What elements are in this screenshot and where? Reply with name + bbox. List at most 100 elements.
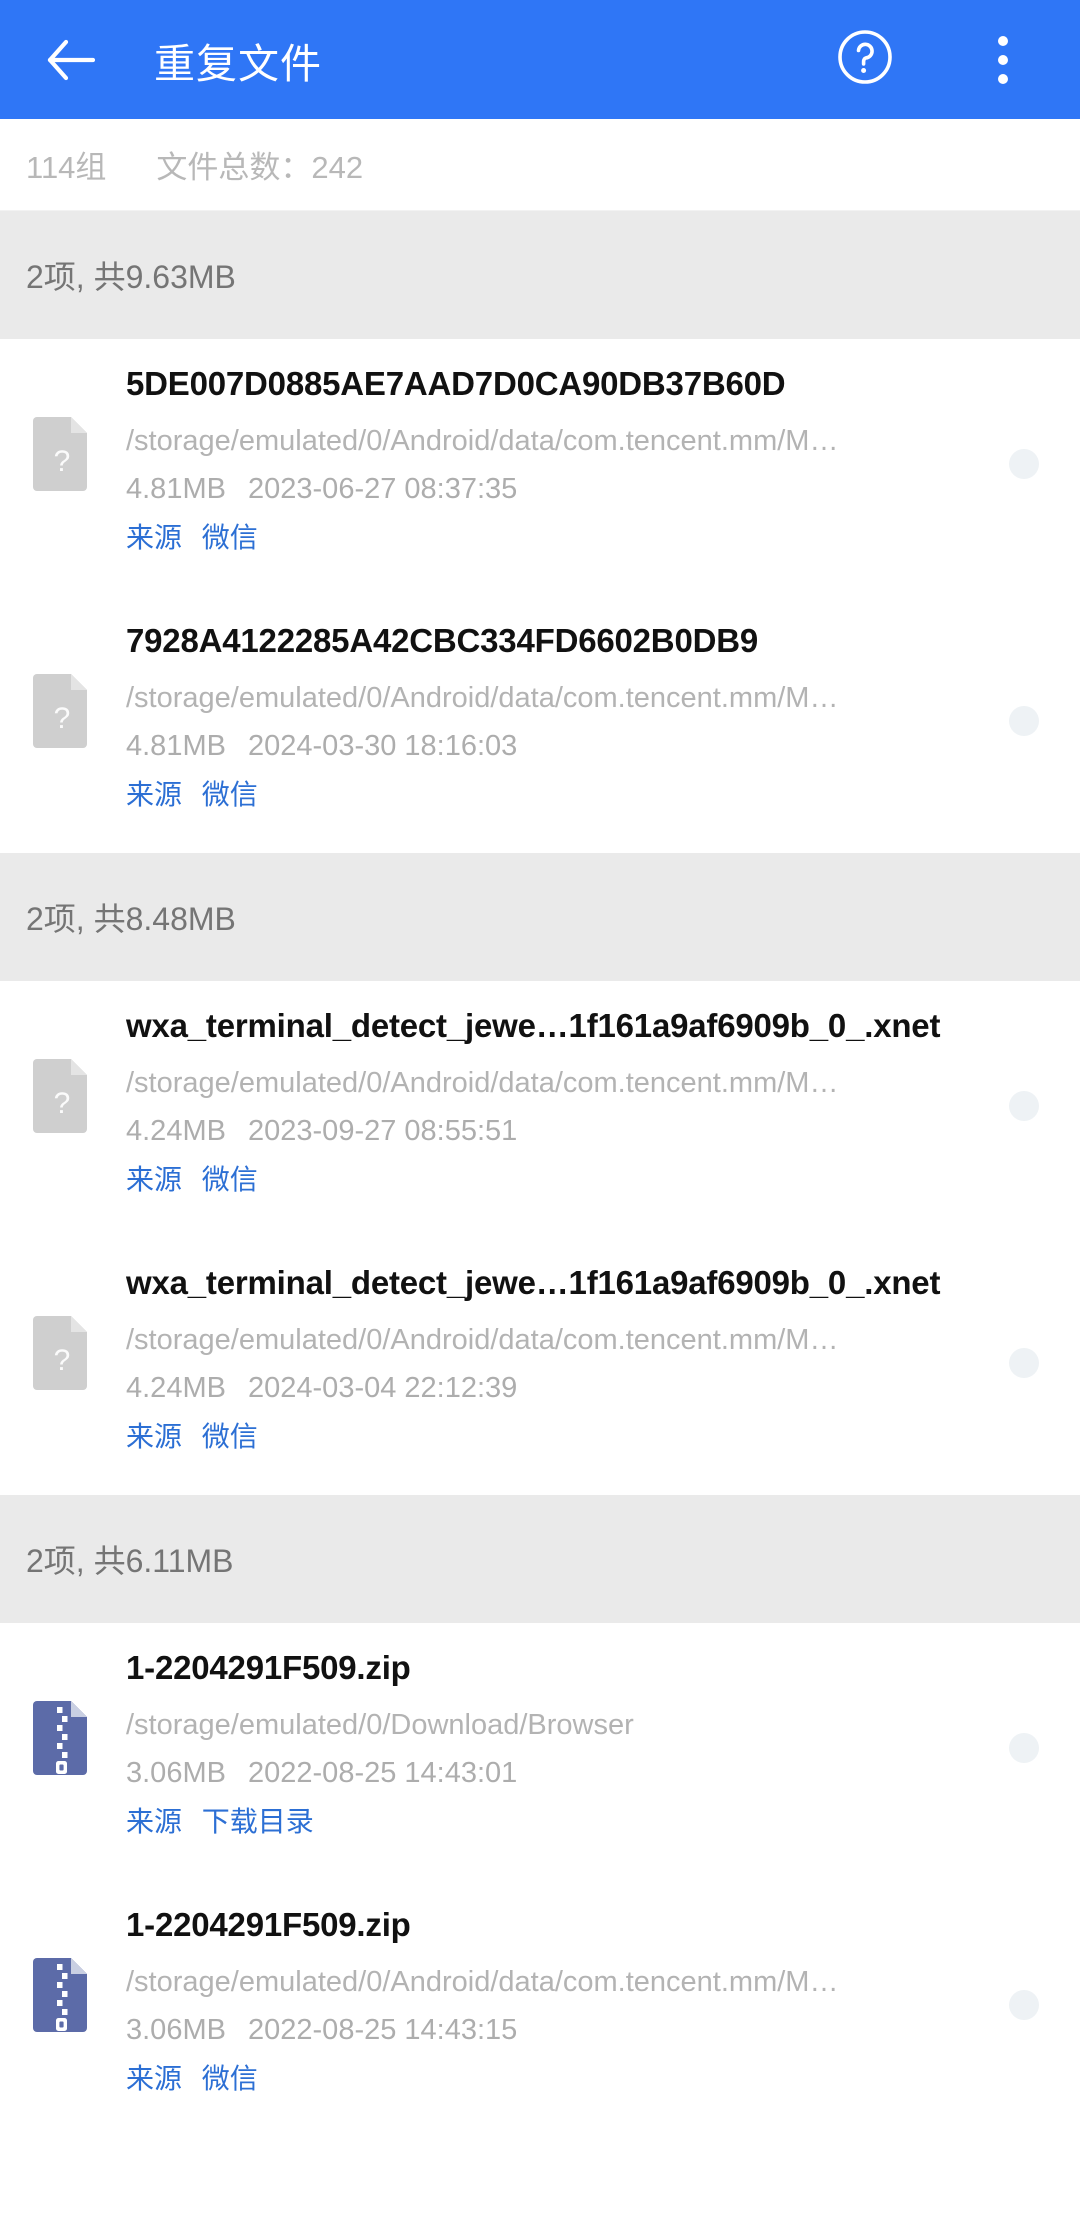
file-path: /storage/emulated/0/Android/data/com.ten… — [126, 681, 839, 714]
checkbox-circle-icon — [1009, 1091, 1039, 1121]
file-row[interactable]: ? 7928A4122285A42CBC334FD6602B0DB9 /stor… — [0, 596, 1080, 853]
file-size: 4.24MB — [126, 1372, 226, 1405]
file-datetime: 2023-06-27 08:37:35 — [248, 473, 518, 506]
file-path: /storage/emulated/0/Download/Browser — [126, 1708, 634, 1741]
file-source[interactable]: 来源 下载目录 — [126, 1805, 984, 1839]
file-details: 7928A4122285A42CBC334FD6602B0DB9 /storag… — [126, 614, 984, 812]
svg-text:?: ? — [54, 1087, 71, 1120]
unknown-file-icon: ? — [33, 1059, 87, 1133]
file-datetime: 2022-08-25 14:43:15 — [248, 2014, 518, 2047]
overflow-menu-button[interactable] — [960, 17, 1046, 103]
file-source-label: 来源 — [126, 2063, 183, 2095]
file-size-date: 3.06MB 2022-08-25 14:43:01 — [126, 1755, 984, 1791]
file-path: /storage/emulated/0/Android/data/com.ten… — [126, 1323, 839, 1356]
group-summary-label: 2项, 共8.48MB — [26, 901, 236, 937]
unknown-file-icon: ? — [33, 1316, 87, 1390]
app-bar: 重复文件 — [0, 0, 1080, 119]
file-datetime: 2022-08-25 14:43:01 — [248, 1757, 518, 1790]
file-size-date: 4.24MB 2024-03-04 22:12:39 — [126, 1370, 984, 1406]
file-select-checkbox[interactable] — [994, 449, 1054, 479]
stats-bar: 114组 文件总数：242 — [0, 119, 1080, 211]
file-select-checkbox[interactable] — [994, 706, 1054, 736]
file-datetime: 2024-03-04 22:12:39 — [248, 1372, 518, 1405]
checkbox-circle-icon — [1009, 1733, 1039, 1763]
file-source[interactable]: 来源 微信 — [126, 778, 984, 812]
group-count-label: 114组 — [26, 150, 107, 185]
more-vertical-icon — [998, 35, 1008, 84]
checkbox-circle-icon — [1009, 1990, 1039, 2020]
file-row[interactable]: ? 5DE007D0885AE7AAD7D0CA90DB37B60D /stor… — [0, 339, 1080, 596]
file-source-value: 微信 — [201, 2063, 258, 2095]
file-source-value: 微信 — [201, 779, 258, 811]
file-source-value: 微信 — [201, 522, 258, 554]
file-select-checkbox[interactable] — [994, 1990, 1054, 2020]
file-row[interactable]: ? wxa_terminal_detect_jewe…1f161a9af6909… — [0, 1238, 1080, 1495]
file-source-value: 微信 — [201, 1164, 258, 1196]
file-size: 4.24MB — [126, 1115, 226, 1148]
file-icon-container — [26, 1697, 98, 1775]
file-source-value: 微信 — [201, 1421, 258, 1453]
file-icon-container — [26, 1954, 98, 2032]
file-name: wxa_terminal_detect_jewe…1f161a9af6909b_… — [126, 1264, 941, 1301]
file-icon-container: ? — [26, 1312, 98, 1390]
file-name: 1-2204291F509.zip — [126, 1906, 411, 1943]
file-details: 1-2204291F509.zip /storage/emulated/0/An… — [126, 1898, 984, 2096]
unknown-file-icon: ? — [33, 417, 87, 491]
zip-file-icon — [33, 1958, 87, 2032]
file-size-date: 4.24MB 2023-09-27 08:55:51 — [126, 1113, 984, 1149]
file-source-value: 下载目录 — [201, 1806, 314, 1838]
file-source-label: 来源 — [126, 779, 183, 811]
file-path: /storage/emulated/0/Android/data/com.ten… — [126, 424, 839, 457]
file-source-label: 来源 — [126, 1421, 183, 1453]
group-summary-label: 2项, 共9.63MB — [26, 259, 236, 295]
group-summary-header-3: 2项, 共6.11MB — [0, 1495, 1080, 1623]
file-details: 5DE007D0885AE7AAD7D0CA90DB37B60D /storag… — [126, 357, 984, 555]
help-circle-icon — [836, 28, 894, 91]
checkbox-circle-icon — [1009, 449, 1039, 479]
file-name: wxa_terminal_detect_jewe…1f161a9af6909b_… — [126, 1007, 941, 1044]
file-select-checkbox[interactable] — [994, 1348, 1054, 1378]
file-size-date: 4.81MB 2023-06-27 08:37:35 — [126, 471, 984, 507]
group-summary-header-2: 2项, 共8.48MB — [0, 853, 1080, 981]
checkbox-circle-icon — [1009, 706, 1039, 736]
file-details: wxa_terminal_detect_jewe…1f161a9af6909b_… — [126, 999, 984, 1197]
file-icon-container: ? — [26, 413, 98, 491]
duplicate-groups-list: 2项, 共9.63MB ? 5DE007D0885AE7AAD7D0CA90DB… — [0, 211, 1080, 2137]
svg-text:?: ? — [54, 445, 71, 478]
group-summary-label: 2项, 共6.11MB — [26, 1543, 234, 1579]
file-source-label: 来源 — [126, 1806, 183, 1838]
page-title: 重复文件 — [154, 40, 322, 87]
unknown-file-icon: ? — [33, 674, 87, 748]
file-source[interactable]: 来源 微信 — [126, 1163, 984, 1197]
file-total-label: 文件总数：242 — [156, 150, 364, 185]
file-size: 4.81MB — [126, 473, 226, 506]
file-select-checkbox[interactable] — [994, 1733, 1054, 1763]
file-size: 3.06MB — [126, 2014, 226, 2047]
file-row[interactable]: 1-2204291F509.zip /storage/emulated/0/Do… — [0, 1623, 1080, 1880]
group-file-list: 1-2204291F509.zip /storage/emulated/0/Do… — [0, 1623, 1080, 2137]
file-source[interactable]: 来源 微信 — [126, 2062, 984, 2096]
file-details: 1-2204291F509.zip /storage/emulated/0/Do… — [126, 1641, 984, 1839]
file-size-date: 3.06MB 2022-08-25 14:43:15 — [126, 2012, 984, 2048]
arrow-left-icon — [47, 39, 95, 81]
file-source[interactable]: 来源 微信 — [126, 1420, 984, 1454]
file-icon-container: ? — [26, 670, 98, 748]
file-icon-container: ? — [26, 1055, 98, 1133]
file-select-checkbox[interactable] — [994, 1091, 1054, 1121]
group-file-list: ? 5DE007D0885AE7AAD7D0CA90DB37B60D /stor… — [0, 339, 1080, 853]
group-summary-header-1: 2项, 共9.63MB — [0, 211, 1080, 339]
file-source-label: 来源 — [126, 522, 183, 554]
file-size: 4.81MB — [126, 730, 226, 763]
file-row[interactable]: ? wxa_terminal_detect_jewe…1f161a9af6909… — [0, 981, 1080, 1238]
file-datetime: 2024-03-30 18:16:03 — [248, 730, 518, 763]
svg-text:?: ? — [54, 1344, 71, 1377]
file-path: /storage/emulated/0/Android/data/com.ten… — [126, 1066, 839, 1099]
svg-text:?: ? — [54, 702, 71, 735]
group-file-list: ? wxa_terminal_detect_jewe…1f161a9af6909… — [0, 981, 1080, 1495]
file-path: /storage/emulated/0/Android/data/com.ten… — [126, 1965, 839, 1998]
file-row[interactable]: 1-2204291F509.zip /storage/emulated/0/An… — [0, 1880, 1080, 2137]
file-name: 5DE007D0885AE7AAD7D0CA90DB37B60D — [126, 365, 786, 402]
file-source[interactable]: 来源 微信 — [126, 521, 984, 555]
help-button[interactable] — [822, 17, 908, 103]
back-button[interactable] — [34, 23, 108, 97]
